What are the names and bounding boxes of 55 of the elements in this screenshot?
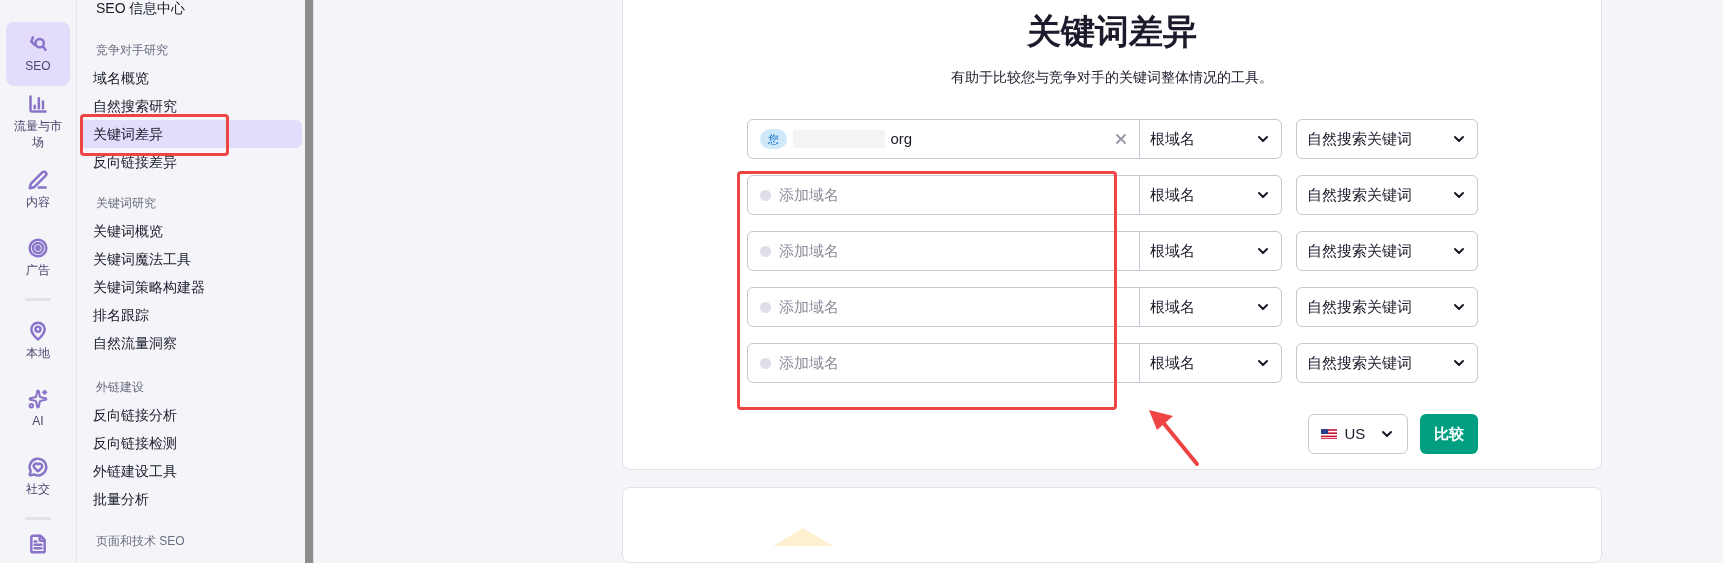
scope-select[interactable]: 根域名 (1138, 344, 1281, 382)
scope-select[interactable]: 根域名 (1138, 288, 1281, 326)
rail-item[interactable]: 社交 (6, 445, 70, 509)
keyword-type-select[interactable]: 自然搜索关键词 (1295, 119, 1478, 159)
page-title: 关键词差异 (1027, 11, 1197, 52)
rail-item[interactable]: AI (6, 377, 70, 441)
keyword-type-select[interactable]: 自然搜索关键词 (1295, 343, 1478, 383)
section-heading: 页面和技术 SEO (95, 533, 186, 550)
sidebar-item[interactable]: 自然搜索研究 (80, 92, 302, 120)
sidebar-item[interactable]: 外链建设工具 (80, 457, 302, 485)
database-select[interactable]: US (1307, 414, 1408, 454)
keyword-type-select[interactable]: 自然搜索关键词 (1295, 231, 1478, 271)
domain-field[interactable]: 添加域名 (778, 183, 979, 207)
sidebar-item[interactable]: 关键词差异 (80, 120, 302, 148)
sidebar-item[interactable]: 排名跟踪 (80, 301, 302, 329)
sidebar-item[interactable]: 反向链接差异 (80, 148, 302, 176)
scrollbar[interactable] (305, 0, 313, 563)
sidebar-item[interactable]: 关键词概览 (80, 217, 302, 245)
section-heading: 外链建设 (95, 379, 145, 396)
sidebar-item[interactable]: 关键词策略构建器 (80, 273, 302, 301)
sidebar-item[interactable]: SEO 信息中心 (80, 0, 302, 22)
rail-item[interactable]: 广告 (6, 226, 70, 290)
rail-item[interactable]: 流量与市场 (6, 90, 70, 154)
sidebar-item[interactable]: 域名概览 (80, 64, 302, 92)
keyword-type-select[interactable]: 自然搜索关键词 (1295, 287, 1478, 327)
domain-field[interactable]: 添加域名 (778, 239, 979, 263)
sidebar-item[interactable]: 反向链接分析 (80, 401, 302, 429)
flag-icon (1320, 429, 1337, 439)
bar-chart-icon (28, 94, 48, 114)
you-tag: 您 (759, 129, 787, 149)
domain-field[interactable]: 添加域名 (778, 351, 979, 375)
rail-item[interactable]: 内容 (6, 158, 70, 222)
sparkles-icon (28, 389, 48, 409)
rail-item[interactable]: SEO (6, 22, 70, 86)
scope-select[interactable]: 根域名 (1138, 120, 1281, 158)
domain-field[interactable]: 您 org (747, 120, 1139, 158)
document-icon (28, 534, 48, 554)
section-heading: 竞争对手研究 (95, 42, 169, 59)
scope-select[interactable]: 根域名 (1138, 176, 1281, 214)
section-heading: 关键词研究 (95, 195, 157, 212)
illustration-drawing (773, 525, 833, 546)
map-pin-icon (28, 321, 48, 341)
domain-field[interactable]: 添加域名 (778, 295, 979, 319)
sidebar-item[interactable]: 自然流量洞察 (80, 329, 302, 357)
pen-icon (28, 170, 48, 190)
page-subtitle: 有助于比较您与竞争对手的关键词整体情况的工具。 (951, 68, 1273, 87)
sidebar-item[interactable]: 关键词魔法工具 (80, 245, 302, 273)
keyword-type-select[interactable]: 自然搜索关键词 (1295, 175, 1478, 215)
sidebar-item[interactable]: 批量分析 (80, 485, 302, 513)
heart-chat-icon (28, 457, 48, 477)
scope-select[interactable]: 根域名 (1138, 232, 1281, 270)
sidebar-item[interactable]: 反向链接检测 (80, 429, 302, 457)
seo-icon (28, 34, 48, 54)
rail-item[interactable]: 本地 (6, 309, 70, 373)
target-icon (28, 238, 48, 258)
